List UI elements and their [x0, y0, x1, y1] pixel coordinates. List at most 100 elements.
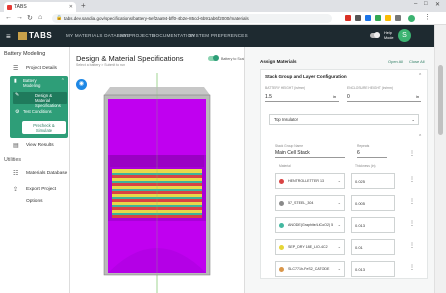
material-row: HENTROLLETTER 13 ⌄ 0.025 ⋮: [275, 173, 420, 191]
material-name: 57_STEEL_304: [288, 201, 314, 205]
avatar[interactable]: S: [398, 29, 411, 42]
sidebar-item-battery-modeling[interactable]: ▮ Battery Modeling ⌃: [10, 76, 68, 90]
extension-icon[interactable]: [345, 15, 351, 21]
close-window-icon[interactable]: ✕: [435, 1, 440, 8]
sidebar-item-precheck-simulate[interactable]: Precheck & Simulate: [22, 121, 66, 134]
more-vert-icon[interactable]: ⋮: [409, 242, 415, 249]
repeats-input[interactable]: 6: [357, 150, 360, 156]
chevron-down-icon: ⌄: [337, 222, 341, 227]
chevron-down-icon: ⌄: [337, 200, 341, 205]
tab-title: TABS: [14, 4, 27, 10]
chevron-down-icon: ⌄: [337, 266, 341, 271]
home-icon[interactable]: ⌂: [38, 14, 42, 21]
extension-icon[interactable]: [375, 15, 381, 21]
document-icon: ☰: [13, 66, 19, 72]
test-conditions-label: Test Conditions: [23, 109, 52, 114]
logo-mark-icon: [18, 32, 27, 40]
eye-icon[interactable]: ◉: [76, 79, 87, 90]
utilities-heading: Utilities: [4, 157, 22, 163]
extension-icon[interactable]: [385, 15, 391, 21]
enclosure-height-unit: in: [416, 94, 420, 99]
browser-tab[interactable]: TABS ✕: [4, 2, 76, 12]
more-vert-icon[interactable]: ⋮: [409, 150, 415, 157]
nav-my-projects[interactable]: MY PROJECTS: [120, 33, 155, 38]
sidebar-item-design-material[interactable]: ✎ Design & Material Specifications: [13, 92, 67, 108]
reload-icon[interactable]: ↻: [27, 14, 33, 22]
view-results-label: View Results: [26, 143, 54, 148]
extension-icon[interactable]: [395, 15, 401, 21]
help-mode-toggle[interactable]: [370, 32, 380, 38]
stack-name-label: Stack Group Name: [275, 144, 304, 148]
profile-icon[interactable]: [408, 15, 415, 22]
layer-group-select[interactable]: Top Insulator ⌄: [269, 114, 419, 125]
design-panel: Design & Material Specifications Select …: [70, 47, 247, 293]
chevron-up-icon[interactable]: ⌃: [61, 79, 65, 84]
thickness-input[interactable]: 0.025: [351, 173, 395, 189]
page-title: Design & Material Specifications: [76, 54, 184, 63]
sidebar-item-test-conditions[interactable]: ⚙ Test Conditions: [13, 109, 67, 117]
material-select[interactable]: SLC771h-FeS2_CATODE ⌄: [275, 261, 345, 277]
close-all-link[interactable]: Close All: [409, 59, 425, 64]
stack-name-input[interactable]: Main Cell Stack: [275, 150, 310, 156]
materials-database-label: Materials Database: [26, 171, 68, 176]
more-vert-icon[interactable]: ⋮: [409, 220, 415, 227]
thickness-input[interactable]: 0.01: [351, 239, 395, 255]
new-tab-icon[interactable]: +: [81, 1, 86, 10]
sidebar-item-project-details[interactable]: ☰ Project Details: [0, 63, 70, 75]
url-field[interactable]: 🔒 tabs.dev.sandia.gov/specifications/bat…: [52, 14, 332, 23]
page-scrollbar[interactable]: [434, 25, 446, 293]
chart-icon: ▤: [13, 143, 19, 149]
thickness-input[interactable]: 0.013: [351, 261, 395, 277]
extension-icon[interactable]: [355, 15, 361, 21]
sidebar-item-export-options[interactable]: ⇪ Export Project Options: [0, 184, 70, 204]
close-tab-icon[interactable]: ✕: [69, 2, 73, 12]
battery-to-scale-label: Battery to Scale: [221, 57, 247, 61]
nav-system-preferences[interactable]: SYSTEM PREFERENCES: [189, 33, 248, 38]
material-row: SLC771h-FeS2_CATODE ⌄ 0.013 ⋮: [275, 261, 420, 279]
material-select[interactable]: HENTROLLETTER 13 ⌄: [275, 173, 345, 189]
chevron-up-icon[interactable]: ⌃: [418, 134, 422, 140]
minimize-icon[interactable]: –: [414, 1, 417, 7]
sidebar-item-label: Project Details: [26, 66, 57, 71]
battery-3d-viewer[interactable]: [70, 73, 244, 293]
material-name: ANODE(Graphite/LiCoO2) 5: [288, 223, 334, 227]
layer-group-value: Top Insulator: [274, 117, 298, 122]
thickness-column-header: Thickness (in): [355, 164, 376, 168]
material-column-header: Material: [279, 164, 291, 168]
app-window: TABS ✕ + – □ ✕ ← → ↻ ⌂ 🔒 tabs.dev.sandia…: [0, 0, 446, 293]
thickness-input[interactable]: 0.013: [351, 217, 395, 233]
battery-to-scale-toggle[interactable]: [208, 55, 219, 61]
material-name: HENTROLLETTER 13: [288, 179, 324, 183]
maximize-icon[interactable]: □: [424, 1, 428, 7]
material-name: SLC771h-FeS2_CATODE: [288, 267, 330, 271]
sidebar-title: Battery Modeling: [4, 51, 46, 57]
enclosure-height-value[interactable]: 0: [347, 94, 350, 100]
browser-menu-icon[interactable]: ⋮: [424, 13, 431, 21]
repeats-label: Repeats: [357, 144, 370, 148]
tab-favicon-icon: [7, 5, 12, 10]
battery-height-unit: in: [333, 94, 337, 99]
chevron-up-icon[interactable]: ⌃: [418, 73, 422, 79]
more-vert-icon[interactable]: ⋮: [409, 264, 415, 271]
extension-icon[interactable]: [365, 15, 371, 21]
specifications-line: Specifications: [35, 103, 61, 108]
material-color-icon: [279, 267, 284, 272]
stack-config-title: Stack Group and Layer Configuration: [265, 74, 347, 79]
material-color-icon: [279, 223, 284, 228]
material-select[interactable]: 57_STEEL_304 ⌄: [275, 195, 345, 211]
menu-icon[interactable]: ≡: [6, 32, 11, 41]
material-name: SEP_DRY 18E_LIO-4C2: [288, 245, 328, 249]
sidebar-item-view-results[interactable]: ▤ View Results: [0, 140, 70, 152]
material-select[interactable]: ANODE(Graphite/LiCoO2) 5 ⌄: [275, 217, 345, 233]
more-vert-icon[interactable]: ⋮: [409, 198, 415, 205]
back-icon[interactable]: ←: [5, 14, 12, 21]
open-all-link[interactable]: Open All: [388, 59, 403, 64]
sidebar-item-materials-database[interactable]: ☷ Materials Database: [0, 168, 70, 180]
more-vert-icon[interactable]: ⋮: [409, 176, 415, 183]
scrollbar-thumb[interactable]: [438, 65, 443, 135]
url-text: tabs.dev.sandia.gov/specifications/batte…: [64, 16, 249, 21]
material-select[interactable]: SEP_DRY 18E_LIO-4C2 ⌄: [275, 239, 345, 255]
battery-height-value[interactable]: 1.5: [265, 94, 272, 100]
thickness-input[interactable]: 0.005: [351, 195, 395, 211]
forward-icon[interactable]: →: [16, 14, 23, 21]
